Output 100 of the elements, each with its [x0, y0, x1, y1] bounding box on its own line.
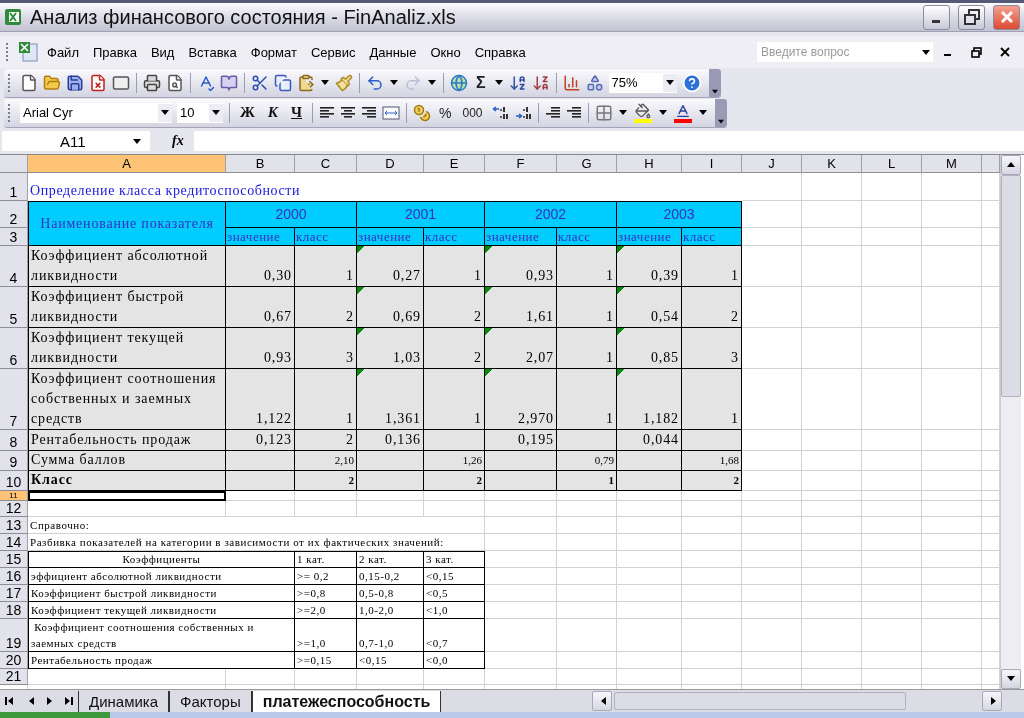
empty-cell[interactable]	[485, 491, 557, 501]
empty-cell[interactable]	[802, 669, 862, 685]
empty-cell[interactable]	[922, 228, 982, 246]
empty-cell[interactable]	[226, 669, 295, 685]
empty-cell[interactable]	[485, 652, 557, 669]
empty-cell[interactable]	[922, 501, 982, 517]
column-header[interactable]: C	[295, 155, 357, 173]
empty-cell[interactable]	[922, 669, 982, 685]
close-button[interactable]	[993, 4, 1020, 30]
empty-cell[interactable]	[485, 619, 557, 652]
empty-cell[interactable]	[424, 501, 485, 517]
empty-cell[interactable]	[802, 201, 862, 228]
row-header[interactable]: 17	[0, 585, 28, 602]
empty-cell[interactable]	[295, 501, 357, 517]
row-header[interactable]: 5	[0, 287, 28, 328]
empty-cell[interactable]	[682, 491, 742, 501]
empty-cell[interactable]	[617, 534, 682, 551]
scroll-thumb[interactable]	[1001, 175, 1021, 397]
empty-cell[interactable]	[617, 602, 682, 619]
row-header[interactable]: 1	[0, 173, 28, 201]
empty-cell[interactable]	[682, 602, 742, 619]
caret-icon[interactable]	[212, 110, 220, 115]
column-header[interactable]: D	[357, 155, 424, 173]
empty-cell[interactable]	[682, 585, 742, 602]
empty-cell[interactable]	[802, 451, 862, 471]
empty-cell[interactable]	[802, 501, 862, 517]
empty-cell[interactable]	[862, 491, 922, 501]
empty-cell[interactable]	[862, 652, 922, 669]
row-header[interactable]: 21	[0, 669, 28, 685]
row-header[interactable]: 8	[0, 430, 28, 451]
percent-button[interactable]: %	[434, 102, 457, 123]
empty-cell[interactable]	[557, 652, 617, 669]
empty-cell[interactable]	[802, 491, 862, 501]
row-header[interactable]: 4	[0, 246, 28, 287]
sheet-tab[interactable]: Динамика	[78, 690, 170, 712]
empty-cell[interactable]	[485, 551, 557, 568]
caret-icon[interactable]	[133, 138, 141, 144]
empty-cell[interactable]	[617, 517, 682, 534]
column-header[interactable]: H	[617, 155, 682, 173]
empty-cell[interactable]	[682, 619, 742, 652]
empty-cell[interactable]	[557, 551, 617, 568]
empty-cell[interactable]	[742, 669, 802, 685]
empty-cell[interactable]	[922, 287, 982, 328]
bold-button[interactable]: Ж	[234, 102, 261, 123]
next-sheet-icon[interactable]	[44, 697, 52, 705]
caret-icon[interactable]	[618, 110, 627, 115]
caret-icon[interactable]	[494, 80, 503, 85]
scroll-thumb[interactable]	[614, 692, 906, 710]
empty-cell[interactable]	[862, 471, 922, 491]
arrow-down-icon[interactable]	[1007, 675, 1015, 683]
empty-cell[interactable]	[742, 619, 802, 652]
empty-cell[interactable]	[742, 517, 802, 534]
empty-cell[interactable]	[802, 287, 862, 328]
empty-cell[interactable]	[922, 246, 982, 287]
empty-cell[interactable]	[742, 369, 802, 430]
workbook-icon[interactable]	[17, 41, 39, 63]
empty-cell[interactable]	[682, 534, 742, 551]
empty-cell[interactable]	[742, 501, 802, 517]
empty-cell[interactable]	[485, 501, 557, 517]
empty-cell[interactable]	[802, 619, 862, 652]
empty-cell[interactable]	[295, 669, 357, 685]
row-header[interactable]: 15	[0, 551, 28, 568]
row-header[interactable]: 12	[0, 501, 28, 517]
empty-cell[interactable]	[862, 173, 922, 201]
empty-cell[interactable]	[617, 491, 682, 501]
row-header[interactable]: 14	[0, 534, 28, 551]
caret-icon[interactable]	[698, 110, 707, 115]
empty-cell[interactable]	[742, 551, 802, 568]
empty-cell[interactable]	[557, 534, 617, 551]
empty-cell[interactable]	[617, 619, 682, 652]
restore-icon[interactable]	[971, 46, 982, 58]
menu-item[interactable]: Окно	[424, 41, 467, 63]
column-header[interactable]: K	[802, 155, 862, 173]
empty-cell[interactable]	[617, 551, 682, 568]
empty-cell[interactable]	[742, 652, 802, 669]
empty-cell[interactable]	[922, 491, 982, 501]
empty-cell[interactable]	[862, 501, 922, 517]
empty-cell[interactable]	[802, 602, 862, 619]
empty-cell[interactable]	[424, 491, 485, 501]
empty-cell[interactable]	[802, 328, 862, 369]
empty-cell[interactable]	[742, 534, 802, 551]
last-sheet-icon[interactable]	[62, 697, 73, 705]
empty-cell[interactable]	[862, 430, 922, 451]
empty-cell[interactable]	[862, 551, 922, 568]
empty-cell[interactable]	[682, 517, 742, 534]
row-header[interactable]: 18	[0, 602, 28, 619]
empty-cell[interactable]	[862, 585, 922, 602]
empty-cell[interactable]	[862, 369, 922, 430]
column-header[interactable]: F	[485, 155, 557, 173]
column-header[interactable]: I	[682, 155, 742, 173]
restore-button[interactable]	[958, 4, 985, 30]
sheet-tab[interactable]: Факторы	[169, 690, 252, 712]
column-header[interactable]: L	[862, 155, 922, 173]
underline-button[interactable]: Ч	[285, 102, 309, 123]
empty-cell[interactable]	[357, 669, 424, 685]
empty-cell[interactable]	[226, 501, 295, 517]
empty-cell[interactable]	[802, 551, 862, 568]
empty-cell[interactable]	[617, 585, 682, 602]
empty-cell[interactable]	[802, 534, 862, 551]
row-header[interactable]: 10	[0, 471, 28, 491]
